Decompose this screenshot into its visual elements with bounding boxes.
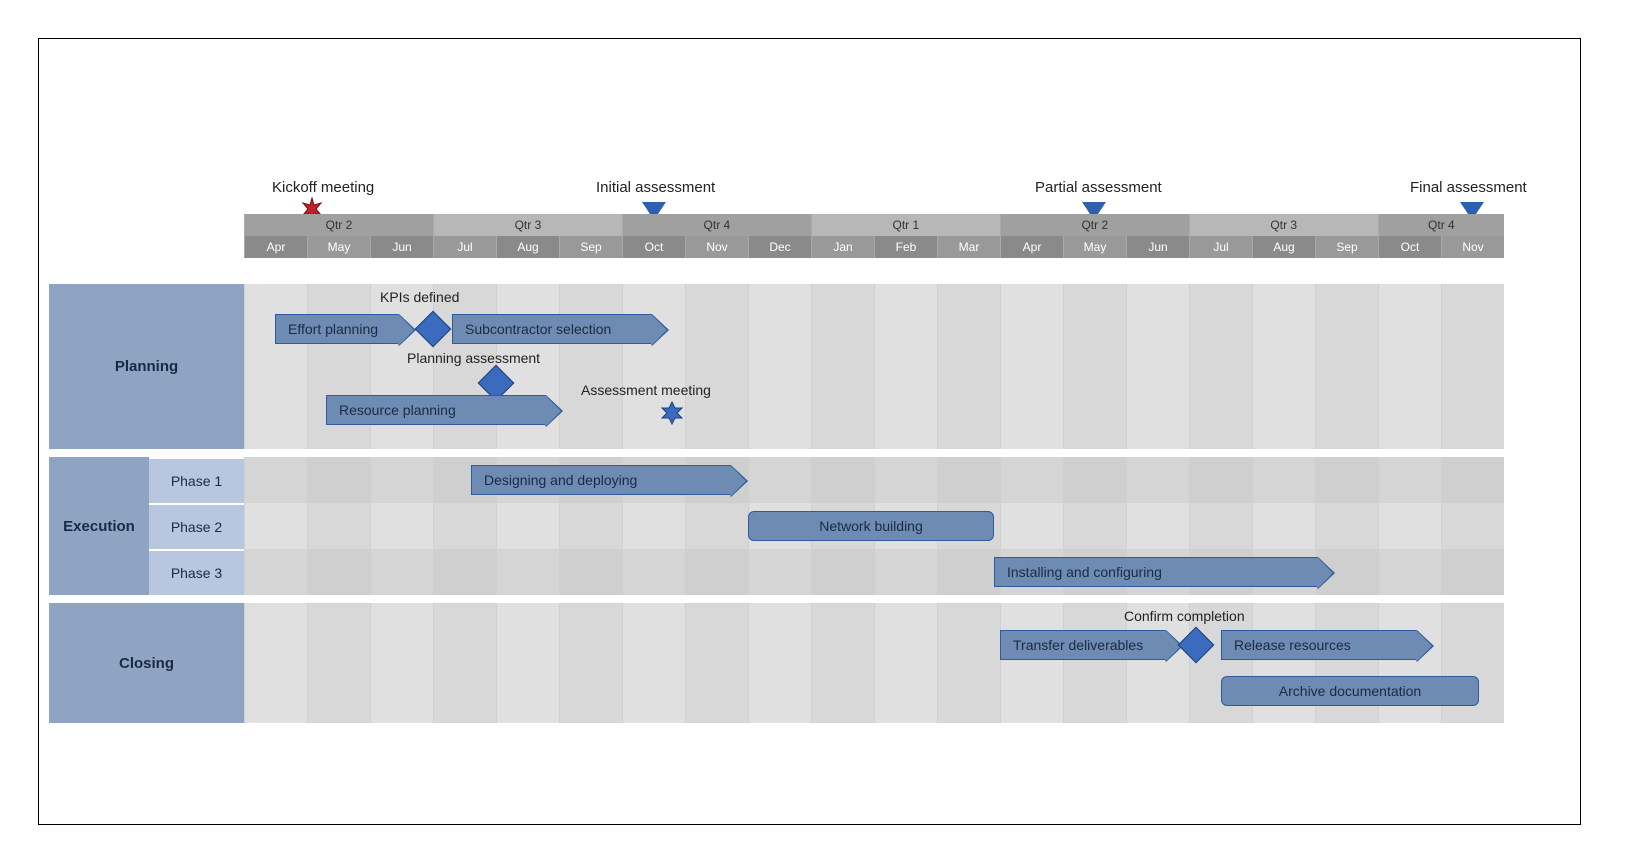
milestone-kpi-label: KPIs defined <box>380 289 459 305</box>
top-marker-initial-label: Initial assessment <box>596 179 715 196</box>
task-designing: Designing and deploying <box>471 465 731 495</box>
quarter-header: Qtr 4 <box>1378 214 1504 236</box>
lane-phase1 <box>244 457 1504 503</box>
month-header: Apr <box>244 236 307 258</box>
milestone-confirm-label: Confirm completion <box>1124 608 1245 624</box>
quarter-header: Qtr 2 <box>1000 214 1189 236</box>
milestone-assessmtg-label: Assessment meeting <box>581 382 711 398</box>
task-subcontractor: Subcontractor selection <box>452 314 652 344</box>
timeline-header: Qtr 2Qtr 3Qtr 4Qtr 1Qtr 2Qtr 3Qtr 4 AprM… <box>244 214 1504 258</box>
quarter-header: Qtr 2 <box>244 214 433 236</box>
month-header: Sep <box>559 236 622 258</box>
star-icon <box>660 401 684 428</box>
month-header: Mar <box>937 236 1000 258</box>
month-header: Nov <box>1441 236 1504 258</box>
diagram-frame: Kickoff meeting Initial assessment Parti… <box>38 38 1581 825</box>
quarter-header: Qtr 3 <box>1189 214 1378 236</box>
top-marker-final-label: Final assessment <box>1410 179 1527 196</box>
task-transfer: Transfer deliverables <box>1000 630 1166 660</box>
quarter-header: Qtr 4 <box>622 214 811 236</box>
task-installing: Installing and configuring <box>994 557 1318 587</box>
month-header: Oct <box>1378 236 1441 258</box>
group-execution: Execution <box>49 457 149 595</box>
month-header: Apr <box>1000 236 1063 258</box>
month-header: May <box>1063 236 1126 258</box>
subgroup-phase2: Phase 2 <box>149 503 244 549</box>
month-header: Oct <box>622 236 685 258</box>
month-header: Feb <box>874 236 937 258</box>
top-marker-kickoff-label: Kickoff meeting <box>272 179 374 196</box>
task-network: Network building <box>748 511 994 541</box>
top-marker-partial-label: Partial assessment <box>1035 179 1162 196</box>
month-header: Jun <box>1126 236 1189 258</box>
month-header: May <box>307 236 370 258</box>
group-planning: Planning <box>49 284 244 449</box>
month-header: Jun <box>370 236 433 258</box>
month-header: Jul <box>1189 236 1252 258</box>
subgroup-phase3: Phase 3 <box>149 549 244 595</box>
quarter-header: Qtr 1 <box>811 214 1000 236</box>
month-header: Aug <box>496 236 559 258</box>
quarter-header: Qtr 3 <box>433 214 622 236</box>
month-header: Aug <box>1252 236 1315 258</box>
task-release: Release resources <box>1221 630 1417 660</box>
month-header: Dec <box>748 236 811 258</box>
month-header: Nov <box>685 236 748 258</box>
month-header: Jan <box>811 236 874 258</box>
task-effort-planning: Effort planning <box>275 314 399 344</box>
month-header: Jul <box>433 236 496 258</box>
subgroup-phase1: Phase 1 <box>149 457 244 503</box>
task-archive: Archive documentation <box>1221 676 1479 706</box>
task-resource-planning: Resource planning <box>326 395 546 425</box>
group-closing: Closing <box>49 603 244 723</box>
milestone-planassess-label: Planning assessment <box>407 350 540 366</box>
month-header: Sep <box>1315 236 1378 258</box>
